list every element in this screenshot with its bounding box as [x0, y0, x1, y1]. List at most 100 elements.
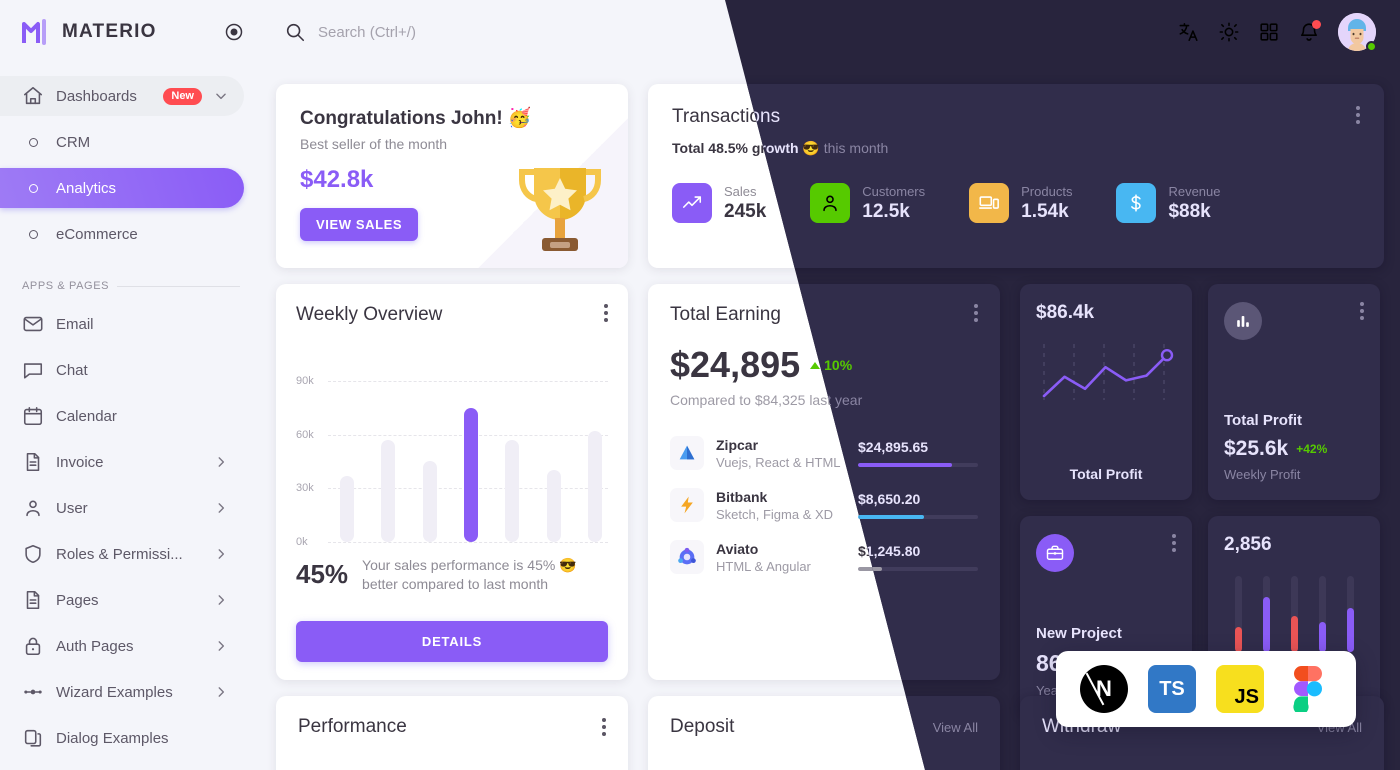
person-icon — [26, 500, 40, 517]
view-sales-button[interactable]: VIEW SALES — [300, 208, 419, 241]
bar-Th — [463, 407, 478, 542]
session-bar-fill — [1262, 597, 1270, 652]
kebab-menu-icon[interactable] — [602, 718, 606, 736]
search-icon — [286, 23, 305, 42]
transactions-title: Transactions — [672, 106, 781, 127]
deposit-view-all-link[interactable]: View All — [933, 720, 978, 735]
stat-value: $88k — [1168, 200, 1211, 222]
translate-icon-button[interactable] — [1178, 21, 1200, 43]
chevron-right-icon — [218, 595, 225, 605]
kebab-menu-icon[interactable] — [604, 304, 608, 322]
sidebar-item-analytics[interactable]: Analytics — [0, 168, 244, 208]
dollar-icon — [1116, 183, 1157, 223]
details-button[interactable]: DETAILS — [296, 621, 608, 662]
aviato-logo-icon — [670, 540, 704, 574]
bar-chart-icon — [1237, 316, 1249, 327]
typescript-logo-icon[interactable]: TS — [1148, 665, 1196, 713]
topbar — [260, 0, 1400, 64]
total-earning-title: Total Earning — [670, 304, 781, 325]
stat-label: Customers — [862, 183, 926, 199]
sidebar-item-label: Invoice — [56, 453, 104, 471]
sidebar-item-pages[interactable]: Pages — [0, 580, 244, 620]
session-bar-fill — [1346, 607, 1354, 652]
lock-icon — [25, 637, 41, 656]
search-bar[interactable] — [284, 21, 1178, 43]
notifications-button[interactable] — [1298, 20, 1321, 43]
stat-sales: Sales245k — [672, 183, 766, 223]
sidebar-item-label: User — [56, 499, 88, 517]
shield-icon — [25, 544, 41, 564]
y-axis-tick-label: 0k — [296, 536, 308, 548]
nextjs-logo-icon[interactable]: N — [1080, 665, 1128, 713]
performance-note: Your sales performance is 45% 😎 better c… — [362, 557, 577, 592]
stat-label: Revenue — [1168, 183, 1221, 199]
pin-circle-icon[interactable] — [224, 22, 244, 42]
javascript-logo-icon-label: JS — [1234, 686, 1259, 708]
performance-percent: 45% — [296, 559, 349, 590]
stat-products: Products 1.54k — [969, 183, 1072, 223]
kebab-menu-icon[interactable] — [974, 304, 978, 322]
notification-dot — [1312, 20, 1321, 29]
stat-value: 1.54k — [1021, 200, 1069, 222]
congratulations-title: Congratulations John! 🥳 — [300, 108, 532, 129]
sidebar-item-chat[interactable]: Chat — [0, 350, 244, 390]
user-avatar[interactable] — [1338, 13, 1377, 52]
tech-logos-pill: N TS JS — [1056, 651, 1356, 727]
sessions-value: 2,856 — [1224, 534, 1272, 555]
trending-up-icon — [672, 183, 712, 223]
theme-toggle-button[interactable] — [1218, 21, 1240, 43]
congratulations-card: Congratulations John! 🥳 Best seller of th… — [276, 84, 628, 268]
home-icon — [23, 86, 43, 105]
sidebar-item-label: eCommerce — [56, 225, 138, 243]
kebab-menu-icon[interactable] — [1172, 534, 1176, 552]
topbar-actions — [1178, 13, 1377, 52]
earning-compared: Compared to $84,325 last year — [670, 392, 863, 408]
sidebar-item-label: Dashboards — [56, 87, 137, 105]
sidebar-item-invoice[interactable]: Invoice — [0, 442, 244, 482]
y-axis-tick-label: 60k — [296, 428, 314, 441]
apps-grid-button[interactable] — [1258, 21, 1280, 43]
badge-new: New — [163, 87, 202, 105]
session-bar-track — [1262, 576, 1270, 652]
list-item[interactable]: AviatoHTML & Angular $1,245.80 — [670, 540, 978, 574]
trending-up-icon — [682, 196, 702, 208]
bar-Mo — [340, 475, 354, 542]
sidebar-item-email[interactable]: Email — [0, 304, 244, 344]
bar-Tu — [381, 440, 396, 542]
earning-list: ZipcarVuejs, React & HTML $24,895.65 Bitba… — [670, 436, 978, 574]
search-input[interactable] — [318, 23, 618, 41]
translate-icon — [1179, 22, 1198, 42]
javascript-logo-icon[interactable]: JS — [1216, 665, 1264, 713]
kebab-menu-icon[interactable] — [1356, 106, 1360, 124]
zipcar-logo-icon — [679, 445, 695, 460]
sidebar-item-ecommerce[interactable]: eCommerce — [0, 214, 244, 254]
sidebar-item-wizard-examples[interactable]: Wizard Examples — [0, 672, 244, 712]
bar-Sa — [546, 470, 561, 542]
dots-connector-icon — [24, 689, 42, 695]
kebab-menu-icon[interactable] — [1360, 302, 1364, 320]
sidebar-item-dialog-examples[interactable]: Dialog Examples — [0, 718, 244, 758]
weekly-profit-value: $25.6k — [1224, 437, 1289, 460]
sidebar-item-user[interactable]: User — [0, 488, 244, 528]
total-profit-line-card: $86.4k Total Profit — [1020, 284, 1192, 500]
chevron-right-icon — [218, 503, 225, 513]
progress-fill — [858, 463, 952, 467]
sidebar-section-label: APPS & PAGES — [22, 280, 110, 292]
weekly-overview-card: Weekly Overview 90k 60k 30k 0k 45% Your sales … — [276, 284, 628, 680]
circle-icon — [22, 137, 44, 147]
session-bar-fill — [1318, 621, 1326, 652]
sidebar-item-dashboards[interactable]: Dashboards New — [0, 76, 244, 116]
weekly-profit-sub: Weekly Profit — [1224, 467, 1301, 482]
sidebar-item-auth-pages[interactable]: Auth Pages — [0, 626, 244, 666]
deposit-card: Deposit View All — [648, 696, 1000, 770]
figma-logo-icon[interactable] — [1284, 665, 1332, 713]
bar-chart-icon — [1224, 302, 1262, 340]
chevron-right-icon — [218, 549, 225, 559]
sidebar-item-crm[interactable]: CRM — [0, 122, 244, 162]
list-item[interactable]: ZipcarVuejs, React & HTML $24,895.65 — [670, 436, 978, 470]
progress-track — [858, 567, 978, 571]
sidebar-item-roles-permissi-[interactable]: Roles & Permissi... — [0, 534, 244, 574]
list-item[interactable]: BitbankSketch, Figma & XD $8,650.20 — [670, 488, 978, 522]
sidebar-item-calendar[interactable]: Calendar — [0, 396, 244, 436]
sidebar-item-label: Roles & Permissi... — [56, 545, 183, 563]
